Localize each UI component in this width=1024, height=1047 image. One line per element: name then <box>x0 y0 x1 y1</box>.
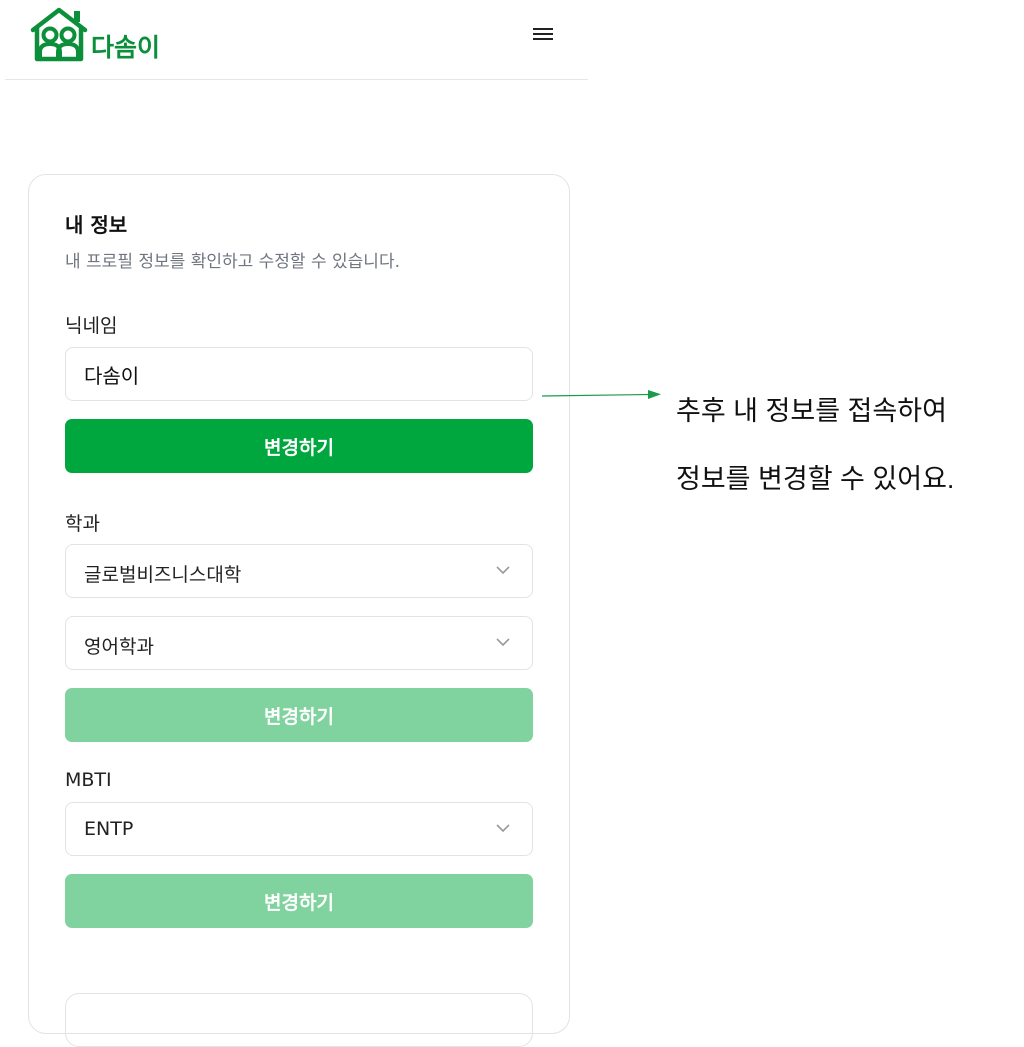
top-header: 다솜이 <box>5 0 588 80</box>
annotation-arrow-icon <box>541 390 661 399</box>
annotation-text: 추후 내 정보를 접속하여 정보를 변경할 수 있어요. <box>676 360 954 530</box>
hamburger-menu-button[interactable] <box>531 24 555 44</box>
nickname-label: 닉네임 <box>65 315 118 337</box>
page-subtitle: 내 프로필 정보를 확인하고 수정할 수 있습니다. <box>65 252 400 272</box>
department-change-button[interactable]: 변경하기 <box>65 688 533 742</box>
page-title: 내 정보 <box>65 213 128 237</box>
college-select[interactable]: 글로벌비즈니스대학 <box>65 544 533 598</box>
logo-text: 다솜이 <box>91 33 161 62</box>
profile-card: 내 정보 내 프로필 정보를 확인하고 수정할 수 있습니다. 닉네임 변경하기… <box>28 174 570 1047</box>
nickname-field[interactable] <box>65 347 533 401</box>
house-logo-icon <box>30 7 88 62</box>
next-field-partial[interactable] <box>65 993 533 1047</box>
nickname-input[interactable] <box>66 348 532 400</box>
mbti-label: MBTI <box>65 769 112 791</box>
annotation-line-2: 정보를 변경할 수 있어요. <box>676 464 955 494</box>
annotation-line-1: 추후 내 정보를 접속하여 <box>676 396 947 426</box>
chevron-down-icon <box>496 566 510 575</box>
chevron-down-icon <box>496 824 510 833</box>
college-select-value: 글로벌비즈니스대학 <box>84 564 242 586</box>
mbti-change-button[interactable]: 변경하기 <box>65 874 533 928</box>
nickname-change-button[interactable]: 변경하기 <box>65 419 533 473</box>
chevron-down-icon <box>496 638 510 647</box>
mbti-select-value: ENTP <box>84 818 134 840</box>
mbti-select[interactable]: ENTP <box>65 802 533 856</box>
hamburger-icon <box>533 28 553 40</box>
major-select-value: 영어학과 <box>84 636 154 658</box>
department-label: 학과 <box>65 513 100 535</box>
logo[interactable]: 다솜이 <box>29 4 169 62</box>
major-select[interactable]: 영어학과 <box>65 616 533 670</box>
